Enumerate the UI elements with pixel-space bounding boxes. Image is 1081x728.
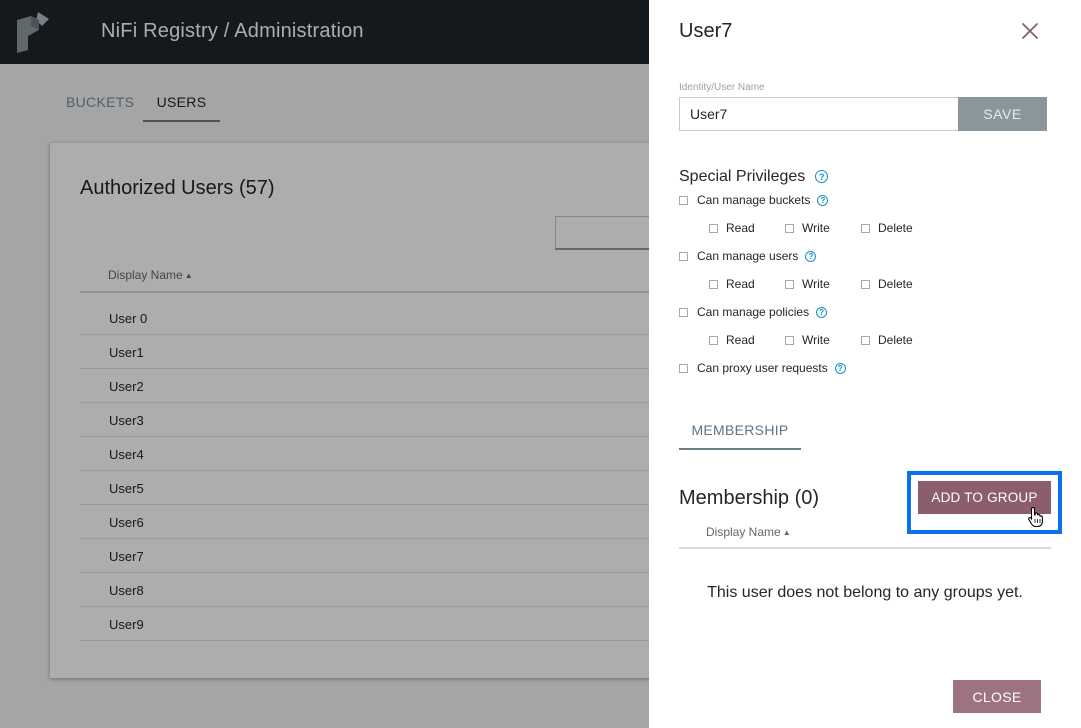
help-icon[interactable]: ? <box>834 362 846 374</box>
permission-read: Read <box>709 221 785 235</box>
user-permissions: Read Write Delete <box>709 277 937 291</box>
special-privileges-title: Special Privileges? <box>679 168 829 186</box>
permission-read: Read <box>709 277 785 291</box>
permission-label: Read <box>726 221 755 235</box>
permission-write: Write <box>785 221 861 235</box>
permission-delete: Delete <box>861 221 937 235</box>
empty-membership-message: This user does not belong to any groups … <box>707 584 1023 601</box>
hand-pointer-cursor-icon <box>1028 506 1043 528</box>
close-icon[interactable] <box>1021 22 1039 40</box>
privilege-label: Can proxy user requests <box>697 361 828 375</box>
privilege-proxy-requests: Can proxy user requests ? <box>679 361 846 375</box>
help-icon[interactable]: ? <box>817 194 829 206</box>
permission-label: Write <box>802 277 830 291</box>
permission-write: Write <box>785 333 861 347</box>
permission-label: Delete <box>878 221 913 235</box>
policy-permissions: Read Write Delete <box>709 333 937 347</box>
checkbox-buckets-write[interactable] <box>785 223 794 233</box>
permission-label: Delete <box>878 277 913 291</box>
column-header-label: Display Name <box>706 525 781 539</box>
help-icon[interactable]: ? <box>815 170 829 183</box>
permission-label: Read <box>726 277 755 291</box>
save-button[interactable]: SAVE <box>958 97 1047 131</box>
checkbox-manage-users[interactable] <box>679 251 688 261</box>
checkbox-policies-write[interactable] <box>785 335 794 345</box>
checkbox-buckets-read[interactable] <box>709 223 718 233</box>
permission-label: Write <box>802 221 830 235</box>
privilege-label: Can manage buckets <box>697 193 811 207</box>
checkbox-manage-policies[interactable] <box>679 307 688 317</box>
permission-delete: Delete <box>861 333 937 347</box>
membership-display-name-header[interactable]: Display Name ▲ <box>706 525 791 539</box>
privilege-manage-policies: Can manage policies ? <box>679 305 828 319</box>
privilege-manage-users: Can manage users ? <box>679 249 817 263</box>
help-icon[interactable]: ? <box>805 250 817 262</box>
checkbox-policies-delete[interactable] <box>861 335 870 345</box>
checkbox-users-read[interactable] <box>709 279 718 289</box>
checkbox-manage-buckets[interactable] <box>679 195 688 205</box>
identity-input[interactable] <box>679 97 959 131</box>
checkbox-users-write[interactable] <box>785 279 794 289</box>
membership-title: Membership (0) <box>679 487 820 509</box>
permission-label: Delete <box>878 333 913 347</box>
checkbox-users-delete[interactable] <box>861 279 870 289</box>
help-icon[interactable]: ? <box>816 306 828 318</box>
special-privileges-label: Special Privileges <box>679 168 806 185</box>
permission-write: Write <box>785 277 861 291</box>
privilege-label: Can manage policies <box>697 305 810 319</box>
permission-label: Read <box>726 333 755 347</box>
identity-label: Identity/User Name <box>679 82 765 93</box>
membership-header-divider <box>679 547 1051 549</box>
bucket-permissions: Read Write Delete <box>709 221 937 235</box>
permission-read: Read <box>709 333 785 347</box>
checkbox-proxy-requests[interactable] <box>679 363 688 373</box>
sort-ascending-icon: ▲ <box>782 528 791 537</box>
panel-title: User7 <box>679 20 733 42</box>
permission-delete: Delete <box>861 277 937 291</box>
checkbox-policies-read[interactable] <box>709 335 718 345</box>
privilege-label: Can manage users <box>697 249 799 263</box>
close-button[interactable]: CLOSE <box>953 680 1041 713</box>
user-detail-panel: User7 Identity/User Name SAVE Special Pr… <box>649 0 1081 728</box>
tab-membership[interactable]: MEMBERSHIP <box>679 420 801 450</box>
checkbox-buckets-delete[interactable] <box>861 223 870 233</box>
privilege-manage-buckets: Can manage buckets ? <box>679 193 829 207</box>
permission-label: Write <box>802 333 830 347</box>
